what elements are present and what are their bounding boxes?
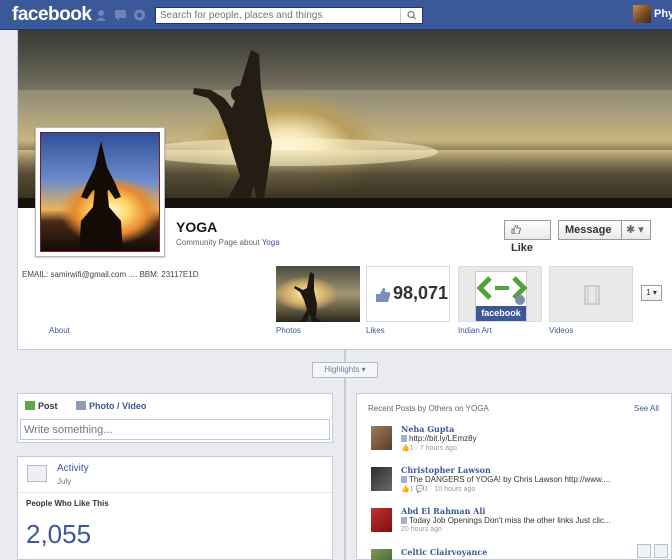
more-tabs-button[interactable]: 1 ▾ (641, 285, 662, 301)
likers-count[interactable]: 2,055 (26, 519, 91, 550)
post-text: http://bit.ly/LEmz8y (401, 434, 477, 443)
page-title: YOGA (176, 219, 218, 235)
tab-photo-video[interactable]: Photo / Video (76, 401, 146, 411)
avatar[interactable] (371, 426, 392, 450)
tab-post[interactable]: Post (25, 401, 58, 411)
post-meta: 20 hours ago (401, 526, 442, 533)
user-avatar[interactable] (633, 5, 651, 23)
top-bar: facebook Phyl (0, 0, 672, 30)
see-all-link[interactable]: See All (634, 404, 659, 413)
post-meta: 👍1 · 7 hours ago (401, 445, 457, 452)
likers-heading: People Who Like This (18, 492, 332, 514)
notifications-icon[interactable] (133, 9, 146, 21)
highlights-dropdown[interactable]: Highlights ▾ (312, 362, 378, 378)
friend-requests-icon[interactable] (95, 9, 108, 21)
status-icon (25, 401, 35, 410)
tab-photos[interactable]: Photos (276, 326, 301, 335)
chevron-down-icon: ▾ (361, 365, 366, 374)
category-link[interactable]: Yoga (262, 238, 280, 247)
post-action-buttons[interactable] (637, 544, 672, 560)
chevron-down-icon: ▾ (638, 224, 644, 236)
avatar[interactable] (371, 467, 392, 491)
search-icon (407, 10, 416, 20)
page-timeline-header: YOGA Community Page about Yoga Like Mess… (17, 30, 672, 350)
photos-tile[interactable] (276, 266, 360, 322)
user-name-link[interactable]: Phyl (654, 8, 672, 20)
message-button[interactable]: Message (558, 220, 622, 240)
activity-title[interactable]: Activity (57, 463, 89, 474)
film-icon (584, 285, 600, 305)
likes-tile[interactable]: 98,071 (366, 266, 450, 322)
activity-month: July (57, 477, 72, 486)
tab-about[interactable]: About (49, 326, 70, 335)
like-button[interactable]: Like (504, 220, 551, 254)
message-label: Message (565, 224, 612, 236)
tab-indian-art[interactable]: Indian Art (458, 326, 492, 335)
post-author[interactable]: Neha Gupta (401, 424, 454, 434)
recent-posts-box: Recent Posts by Others on YOGA See All N… (356, 393, 672, 560)
recent-posts-heading: Recent Posts by Others on YOGA (368, 404, 489, 413)
post-author[interactable]: Christopher Lawson (401, 465, 491, 475)
post-author[interactable]: Celtic Clairvoyance (401, 547, 487, 557)
calendar-icon (27, 465, 47, 482)
link-icon (401, 476, 407, 483)
list-item[interactable]: Abd El Rahman Ali Today Job Openings Don… (371, 506, 671, 544)
thumbs-up-icon (376, 288, 391, 302)
thumbs-up-icon (511, 224, 521, 235)
indian-art-tile[interactable]: facebook (458, 266, 542, 322)
timeline-spine (344, 350, 346, 560)
facebook-logo[interactable]: facebook (12, 4, 92, 26)
post-text: Today Job Openings Don't miss the other … (401, 516, 611, 525)
avatar[interactable] (371, 549, 392, 560)
share-icon (637, 544, 651, 558)
link-icon (401, 435, 407, 442)
post-author[interactable]: Abd El Rahman Ali (401, 506, 485, 516)
tab-videos[interactable]: Videos (549, 326, 573, 335)
write-something-input[interactable] (20, 419, 330, 440)
likes-count: 98,071 (393, 283, 449, 303)
profile-picture[interactable] (35, 127, 165, 257)
meditation-silhouette (79, 141, 123, 251)
photo-icon (76, 401, 86, 410)
list-item[interactable]: Christopher Lawson The DANGERS of YOGA! … (371, 465, 671, 503)
list-item[interactable]: Neha Gupta http://bit.ly/LEmz8y 👍1 · 7 h… (371, 424, 671, 462)
link-icon (401, 517, 407, 524)
videos-tile[interactable] (549, 266, 633, 322)
post-text: The DANGERS of YOGA! by Chris Lawson htt… (401, 475, 610, 484)
post-composer: Post Photo / Video (17, 393, 333, 443)
avatar[interactable] (371, 508, 392, 532)
like-count-icon: 👍 (401, 445, 410, 452)
options-icon (654, 544, 668, 558)
messages-icon[interactable] (114, 9, 127, 21)
chevron-down-icon: ▾ (652, 288, 657, 297)
search-button[interactable] (400, 8, 422, 23)
page-category: Community Page about Yoga (176, 238, 280, 247)
page-contact-info: EMAIL: samirwifi@gmail.com .... BBM: 231… (22, 270, 199, 279)
page-options-button[interactable]: ✱ ▾ (622, 220, 651, 240)
like-label: Like (511, 242, 534, 254)
search-input[interactable] (156, 8, 401, 23)
list-item[interactable]: Celtic Clairvoyance (371, 547, 671, 560)
post-meta: 👍1 💬1 · 10 hours ago (401, 486, 476, 493)
comment-count-icon: 💬 (415, 486, 425, 493)
gear-icon: ✱ (626, 224, 636, 236)
like-count-icon: 👍 (401, 486, 410, 493)
tab-likes[interactable]: Likes (366, 326, 385, 335)
facebook-app-icon: facebook (475, 271, 528, 321)
search-box (155, 7, 423, 24)
activity-box: Activity July People Who Like This 2,055 (17, 456, 333, 560)
